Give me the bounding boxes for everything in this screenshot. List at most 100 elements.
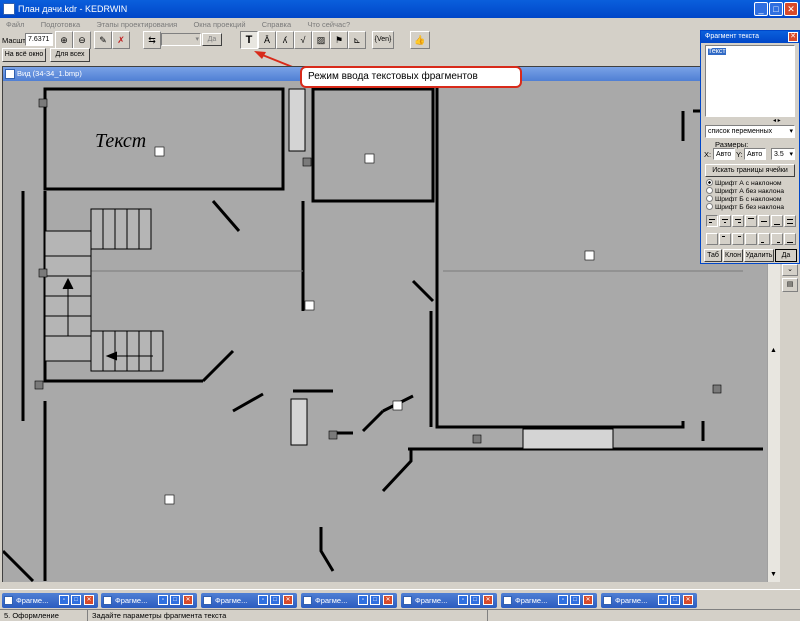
font-size-select[interactable]: 3.5 ▾ xyxy=(771,148,795,160)
x-size-input[interactable]: Авто xyxy=(713,148,735,160)
fragment-window-tab[interactable]: Фрагме... ▫ □ ✕ xyxy=(401,593,497,608)
restore-icon[interactable]: ▫ xyxy=(59,595,69,605)
fit-all-button[interactable]: На всё окно xyxy=(2,48,46,62)
pencil-icon: ✎ xyxy=(99,35,107,45)
erase-tool-button[interactable]: ✗ xyxy=(112,31,130,49)
restore-icon[interactable]: ▫ xyxy=(658,595,668,605)
font-b-upright-radio[interactable]: Шрифт Б без наклона xyxy=(706,203,784,212)
close-button[interactable]: ✕ xyxy=(784,2,798,16)
maximize-button[interactable]: □ xyxy=(769,2,783,16)
menu-whatnow[interactable]: Что сейчас? xyxy=(307,20,350,29)
align-top-button[interactable] xyxy=(745,215,757,227)
right-expand-button[interactable]: ⌄ xyxy=(782,264,798,276)
fragment-text-input[interactable]: Текст xyxy=(705,45,795,117)
find-cell-bounds-button[interactable]: Искать границы ячейки xyxy=(705,164,795,177)
menu-prep[interactable]: Подготовка xyxy=(41,20,80,29)
align-right-button[interactable] xyxy=(732,215,744,227)
close-icon[interactable]: ✕ xyxy=(283,595,293,605)
measure-tool-button[interactable]: ✎ xyxy=(94,31,112,49)
chevron-down-icon: ⌄ xyxy=(787,266,793,273)
status-bar: 5. Оформление Задайте параметры фрагмент… xyxy=(0,609,800,621)
maximize-icon[interactable]: □ xyxy=(71,595,81,605)
delete-button[interactable]: Удалить xyxy=(744,249,774,262)
window-titlebar[interactable]: План дачи.kdr - KEDRWIN _ □ ✕ xyxy=(0,0,800,18)
y-size-input[interactable]: Авто xyxy=(744,148,766,160)
restore-icon[interactable]: ▫ xyxy=(158,595,168,605)
maximize-icon[interactable]: □ xyxy=(170,595,180,605)
close-icon[interactable]: ✕ xyxy=(483,595,493,605)
ok-button[interactable]: Да xyxy=(775,249,797,262)
fragment-window-tab[interactable]: Фрагме... ▫ □ ✕ xyxy=(501,593,597,608)
frame-bottom-right-button[interactable] xyxy=(771,233,783,245)
frame-bottom-button[interactable] xyxy=(784,233,796,245)
dimension-text-button[interactable]: ⊾ xyxy=(348,31,366,49)
restore-icon[interactable]: ▫ xyxy=(258,595,268,605)
plan-text-label[interactable]: Текст xyxy=(95,130,146,152)
close-icon[interactable]: ✕ xyxy=(84,595,94,605)
maximize-icon[interactable]: □ xyxy=(470,595,480,605)
align-center-button[interactable] xyxy=(719,215,731,227)
frame-right-button[interactable] xyxy=(745,233,757,245)
menu-help[interactable]: Справка xyxy=(262,20,291,29)
maximize-icon[interactable]: □ xyxy=(570,595,580,605)
view-icon xyxy=(5,69,15,79)
align-justify-button[interactable] xyxy=(784,215,796,227)
panel-close-button[interactable]: ✕ xyxy=(788,32,798,42)
fragment-window-tab[interactable]: Фрагме... ▫ □ ✕ xyxy=(301,593,397,608)
tab-button[interactable]: Таб xyxy=(704,249,722,262)
maximize-icon[interactable]: □ xyxy=(670,595,680,605)
callout-box: Режим ввода текстовых фрагментов xyxy=(300,66,522,88)
align-middle-button[interactable] xyxy=(758,215,770,227)
align-bottom-button[interactable] xyxy=(771,215,783,227)
zoom-out-button[interactable]: ⊖ xyxy=(73,31,91,49)
status-hint: Задайте параметры фрагмента текста xyxy=(88,610,488,621)
for-all-button[interactable]: Для всех xyxy=(50,48,90,62)
restore-icon[interactable]: ▫ xyxy=(358,595,368,605)
variables-button[interactable]: {Ven} xyxy=(372,31,394,49)
restore-icon[interactable]: ▫ xyxy=(458,595,468,605)
menu-bar: Файл Подготовка Этапы проектирования Окн… xyxy=(0,18,700,32)
align-left-button[interactable] xyxy=(706,215,718,227)
scale-input[interactable]: 7.6371 xyxy=(25,33,53,46)
restore-icon[interactable]: ▫ xyxy=(558,595,568,605)
fragment-window-icon xyxy=(4,596,13,605)
swap-arrows-icon: ⇆ xyxy=(148,35,156,45)
radio-icon xyxy=(706,187,713,194)
frame-hright-button[interactable] xyxy=(732,233,744,245)
fragment-window-icon xyxy=(503,596,512,605)
swap-button[interactable]: ⇆ xyxy=(143,31,161,49)
maximize-icon[interactable]: □ xyxy=(370,595,380,605)
zoom-in-button[interactable]: ⊕ xyxy=(55,31,73,49)
close-icon[interactable]: ✕ xyxy=(583,595,593,605)
maximize-icon[interactable]: □ xyxy=(270,595,280,605)
fragment-window-tab[interactable]: Фрагме... ▫ □ ✕ xyxy=(201,593,297,608)
right-tool-button[interactable]: ▤ xyxy=(782,278,798,292)
frame-left-button[interactable] xyxy=(706,233,718,245)
eraser-icon: ✗ xyxy=(117,35,125,45)
panel-scroll-arrows[interactable]: ◂ ▸ xyxy=(773,117,781,124)
chevron-down-icon: ▾ xyxy=(789,128,793,135)
panel-titlebar[interactable]: Фрагмент текста ✕ xyxy=(701,31,799,43)
dimension-icon: ⊾ xyxy=(353,35,361,45)
variables-list-select[interactable]: список переменных ▾ xyxy=(705,125,795,138)
menu-file[interactable]: Файл xyxy=(6,20,24,29)
fragment-window-tab[interactable]: Фрагме... ▫ □ ✕ xyxy=(2,593,98,608)
fragment-window-icon xyxy=(203,596,212,605)
menu-stages[interactable]: Этапы проектирования xyxy=(96,20,177,29)
close-icon[interactable]: ✕ xyxy=(383,595,393,605)
layer-select[interactable]: ▾ xyxy=(161,33,201,46)
clone-button[interactable]: Клон xyxy=(723,249,743,262)
chevron-down-icon: ▾ xyxy=(195,36,199,43)
menu-views[interactable]: Окна проекций xyxy=(193,20,245,29)
fragment-window-tab[interactable]: Фрагме... ▫ □ ✕ xyxy=(601,593,697,608)
disabled-ok-button: Да xyxy=(202,33,222,46)
leader-button[interactable]: ⚑ xyxy=(330,31,348,49)
minimize-button[interactable]: _ xyxy=(754,2,768,16)
fragment-window-tab[interactable]: Фрагме... ▫ □ ✕ xyxy=(101,593,197,608)
floor-plan-canvas[interactable]: Текст xyxy=(3,81,767,582)
close-icon[interactable]: ✕ xyxy=(183,595,193,605)
frame-bottom-left-button[interactable] xyxy=(758,233,770,245)
frame-hleft-button[interactable] xyxy=(719,233,731,245)
confirm-hand-button[interactable]: 👍 xyxy=(410,31,430,49)
close-icon[interactable]: ✕ xyxy=(683,595,693,605)
